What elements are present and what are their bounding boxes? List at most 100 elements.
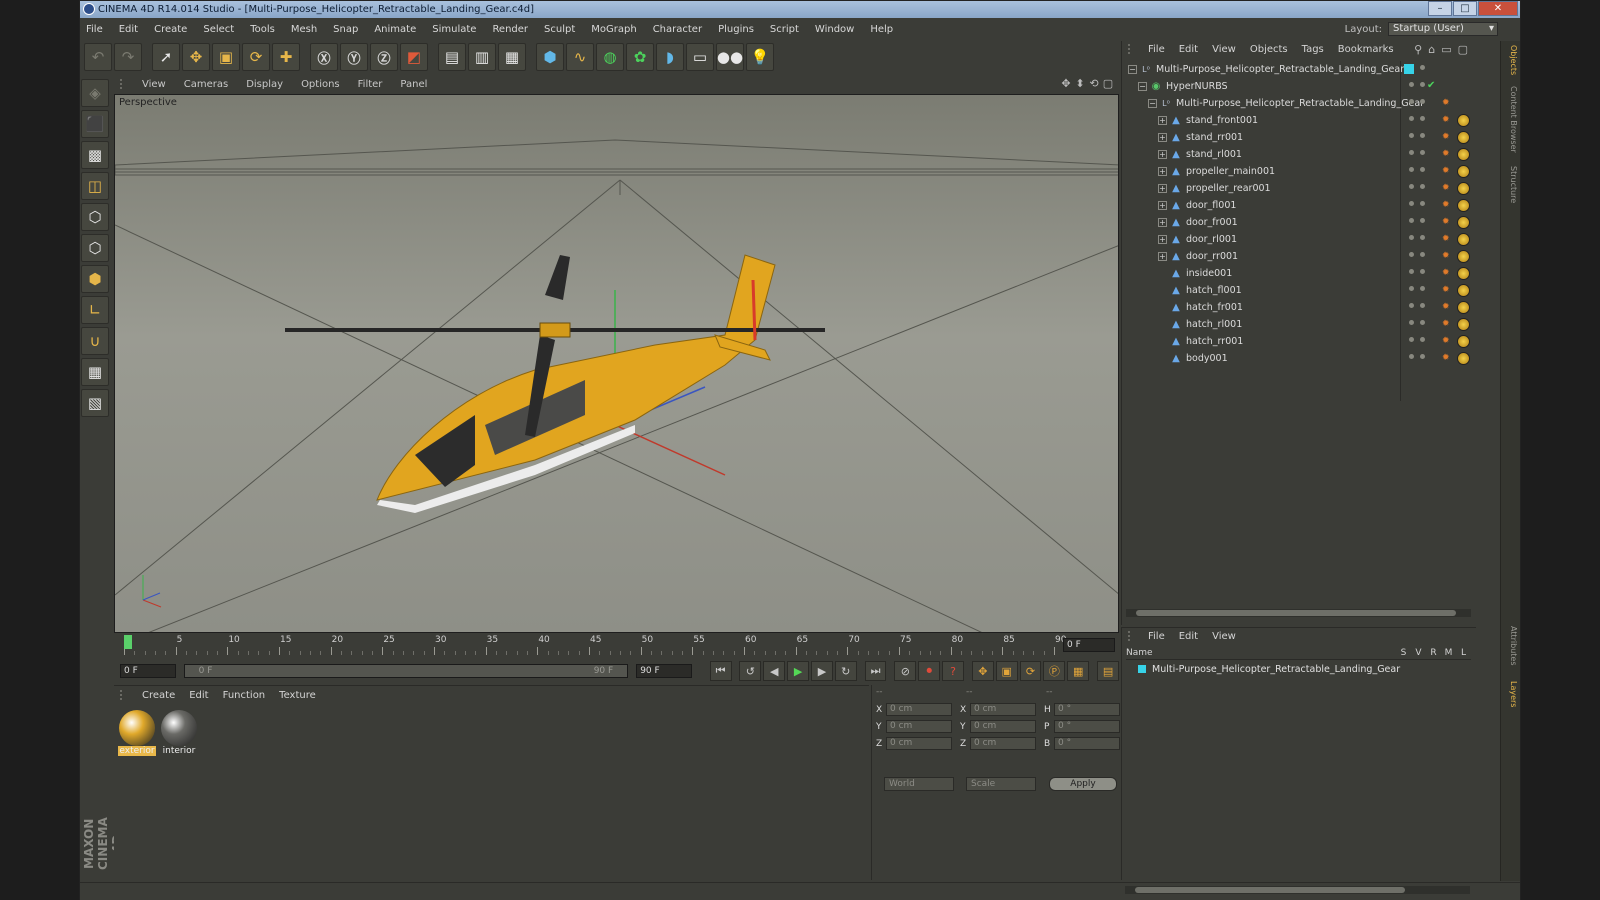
side-tab-layers[interactable]: Layers — [1504, 681, 1518, 707]
editor-visibility-dot[interactable] — [1409, 337, 1414, 342]
expand-toggle-icon[interactable]: + — [1158, 235, 1167, 244]
layout-dropdown[interactable]: Startup (User) — [1388, 22, 1498, 36]
layer-menu-view[interactable]: View — [1212, 631, 1236, 642]
deformer-icon[interactable]: ◗ — [656, 43, 684, 71]
render-visibility-dot[interactable] — [1420, 303, 1425, 308]
visibility-dots[interactable] — [1409, 167, 1425, 172]
object-menu-edit[interactable]: Edit — [1179, 44, 1198, 55]
scrollbar-thumb[interactable] — [1136, 610, 1456, 616]
camera-icon[interactable]: ●● — [716, 43, 744, 71]
material-tag-icon[interactable] — [1457, 335, 1470, 348]
phong-tag-icon[interactable]: ✹ — [1442, 353, 1450, 363]
point-level-key-icon[interactable]: ▦ — [1067, 661, 1090, 681]
menu-edit[interactable]: Edit — [119, 24, 138, 35]
menu-character[interactable]: Character — [653, 24, 702, 35]
menu-file[interactable]: File — [86, 24, 103, 35]
editor-visibility-dot[interactable] — [1409, 167, 1414, 172]
phong-tag-icon[interactable]: ✹ — [1442, 302, 1450, 312]
viewport-menu-view[interactable]: View — [142, 79, 166, 90]
render-visibility-dot[interactable] — [1420, 116, 1425, 121]
texture-mode-icon[interactable]: ▩ — [81, 141, 109, 169]
phong-tag-icon[interactable]: ✹ — [1442, 285, 1450, 295]
object-row[interactable]: ▲ inside001 ✹ — [1122, 265, 1470, 282]
material-tag-icon[interactable] — [1457, 233, 1470, 246]
editor-visibility-dot[interactable] — [1409, 252, 1414, 257]
visibility-dots[interactable] — [1409, 218, 1425, 223]
object-row[interactable]: + ▲ door_fl001 ✹ — [1122, 197, 1470, 214]
layer-horizontal-scrollbar[interactable] — [1125, 886, 1470, 894]
menu-mesh[interactable]: Mesh — [291, 24, 317, 35]
select-arrow-icon[interactable]: ➚ — [152, 43, 180, 71]
expand-toggle-icon[interactable]: + — [1158, 218, 1167, 227]
visibility-dots[interactable] — [1409, 82, 1425, 87]
viewport-menu-options[interactable]: Options — [301, 79, 340, 90]
render-picture-viewer-icon[interactable]: ▥ — [468, 43, 496, 71]
visibility-dots[interactable] — [1409, 269, 1425, 274]
editor-visibility-dot[interactable] — [1409, 235, 1414, 240]
phong-tag-icon[interactable]: ✹ — [1442, 217, 1450, 227]
object-row[interactable]: + ▲ propeller_rear001 ✹ — [1122, 180, 1470, 197]
go-to-end-icon[interactable]: ⏭ — [864, 661, 887, 681]
editor-visibility-dot[interactable] — [1409, 269, 1414, 274]
render-visibility-dot[interactable] — [1420, 286, 1425, 291]
expand-toggle-icon[interactable]: + — [1158, 201, 1167, 210]
object-row[interactable]: ▲ hatch_rr001 ✹ — [1122, 333, 1470, 350]
visibility-dots[interactable] — [1409, 354, 1425, 359]
timeline-window-icon[interactable]: ▤ — [1097, 661, 1119, 681]
rotation-h-field[interactable]: 0 ° — [1054, 703, 1120, 716]
render-visibility-dot[interactable] — [1420, 337, 1425, 342]
object-menu-bookmarks[interactable]: Bookmarks — [1338, 44, 1394, 55]
menu-sculpt[interactable]: Sculpt — [544, 24, 575, 35]
editor-visibility-dot[interactable] — [1409, 218, 1414, 223]
object-row[interactable]: − L⁰ Multi-Purpose_Helicopter_Retractable_… — [1122, 95, 1468, 112]
material-tag-icon[interactable] — [1457, 148, 1470, 161]
render-visibility-dot[interactable] — [1420, 235, 1425, 240]
move-icon[interactable]: ✥ — [182, 43, 210, 71]
visibility-dots[interactable] — [1409, 116, 1425, 121]
manager-column-header[interactable]: M — [1441, 648, 1456, 659]
material-menu-create[interactable]: Create — [142, 690, 175, 701]
object-row[interactable]: + ▲ propeller_main001 ✹ — [1122, 163, 1470, 180]
object-menu-objects[interactable]: Objects — [1250, 44, 1288, 55]
material-swatch-exterior[interactable]: exterior — [118, 710, 156, 756]
parameter-key-icon[interactable]: Ⓟ — [1043, 661, 1066, 681]
position-y-field[interactable]: 0 cm — [886, 720, 952, 733]
name-column-header[interactable]: Name — [1126, 648, 1396, 659]
search-icon[interactable]: ⚲ — [1414, 43, 1422, 56]
snapping-magnet-icon[interactable]: ∪ — [81, 327, 109, 355]
locked-column-header[interactable]: L — [1456, 648, 1471, 659]
render-visibility-dot[interactable] — [1420, 150, 1425, 155]
material-menu-texture[interactable]: Texture — [279, 690, 316, 701]
object-row[interactable]: + ▲ stand_rl001 ✹ — [1122, 146, 1470, 163]
side-tab-content-browser[interactable]: Content Browser — [1504, 86, 1518, 153]
phong-tag-icon[interactable]: ✹ — [1442, 319, 1450, 329]
visibility-dots[interactable] — [1409, 235, 1425, 240]
visibility-dots[interactable] — [1409, 184, 1425, 189]
start-frame-field[interactable]: 0 F — [120, 664, 176, 678]
edges-mode-icon[interactable]: ⬡ — [81, 234, 109, 262]
visibility-dots[interactable] — [1409, 337, 1425, 342]
visibility-dots[interactable] — [1409, 99, 1425, 104]
side-tab-objects[interactable]: Objects — [1504, 45, 1518, 75]
undo-icon[interactable]: ↶ — [84, 43, 112, 71]
material-tag-icon[interactable] — [1457, 267, 1470, 280]
editor-visibility-dot[interactable] — [1409, 303, 1414, 308]
viewport-move-icon[interactable]: ✥ — [1059, 77, 1073, 90]
object-row[interactable]: ▲ body001 ✹ — [1122, 350, 1470, 367]
editor-visibility-dot[interactable] — [1409, 201, 1414, 206]
phong-tag-icon[interactable]: ✹ — [1442, 251, 1450, 261]
menu-plugins[interactable]: Plugins — [718, 24, 754, 35]
menu-snap[interactable]: Snap — [333, 24, 358, 35]
material-tag-icon[interactable] — [1457, 301, 1470, 314]
phong-tag-icon[interactable]: ✹ — [1442, 200, 1450, 210]
play-icon[interactable]: ▶ — [787, 661, 809, 681]
go-to-previous-key-icon[interactable]: ↺ — [739, 661, 762, 681]
object-row[interactable]: − L⁰ Multi-Purpose_Helicopter_Retractable_… — [1122, 61, 1468, 78]
material-swatch-interior[interactable]: interior — [160, 710, 198, 756]
position-x-field[interactable]: 0 cm — [886, 703, 952, 716]
expand-toggle-icon[interactable]: + — [1158, 116, 1167, 125]
expand-toggle-icon[interactable]: + — [1158, 167, 1167, 176]
render-visibility-dot[interactable] — [1420, 133, 1425, 138]
render-visibility-dot[interactable] — [1420, 201, 1425, 206]
render-visibility-dot[interactable] — [1420, 99, 1425, 104]
